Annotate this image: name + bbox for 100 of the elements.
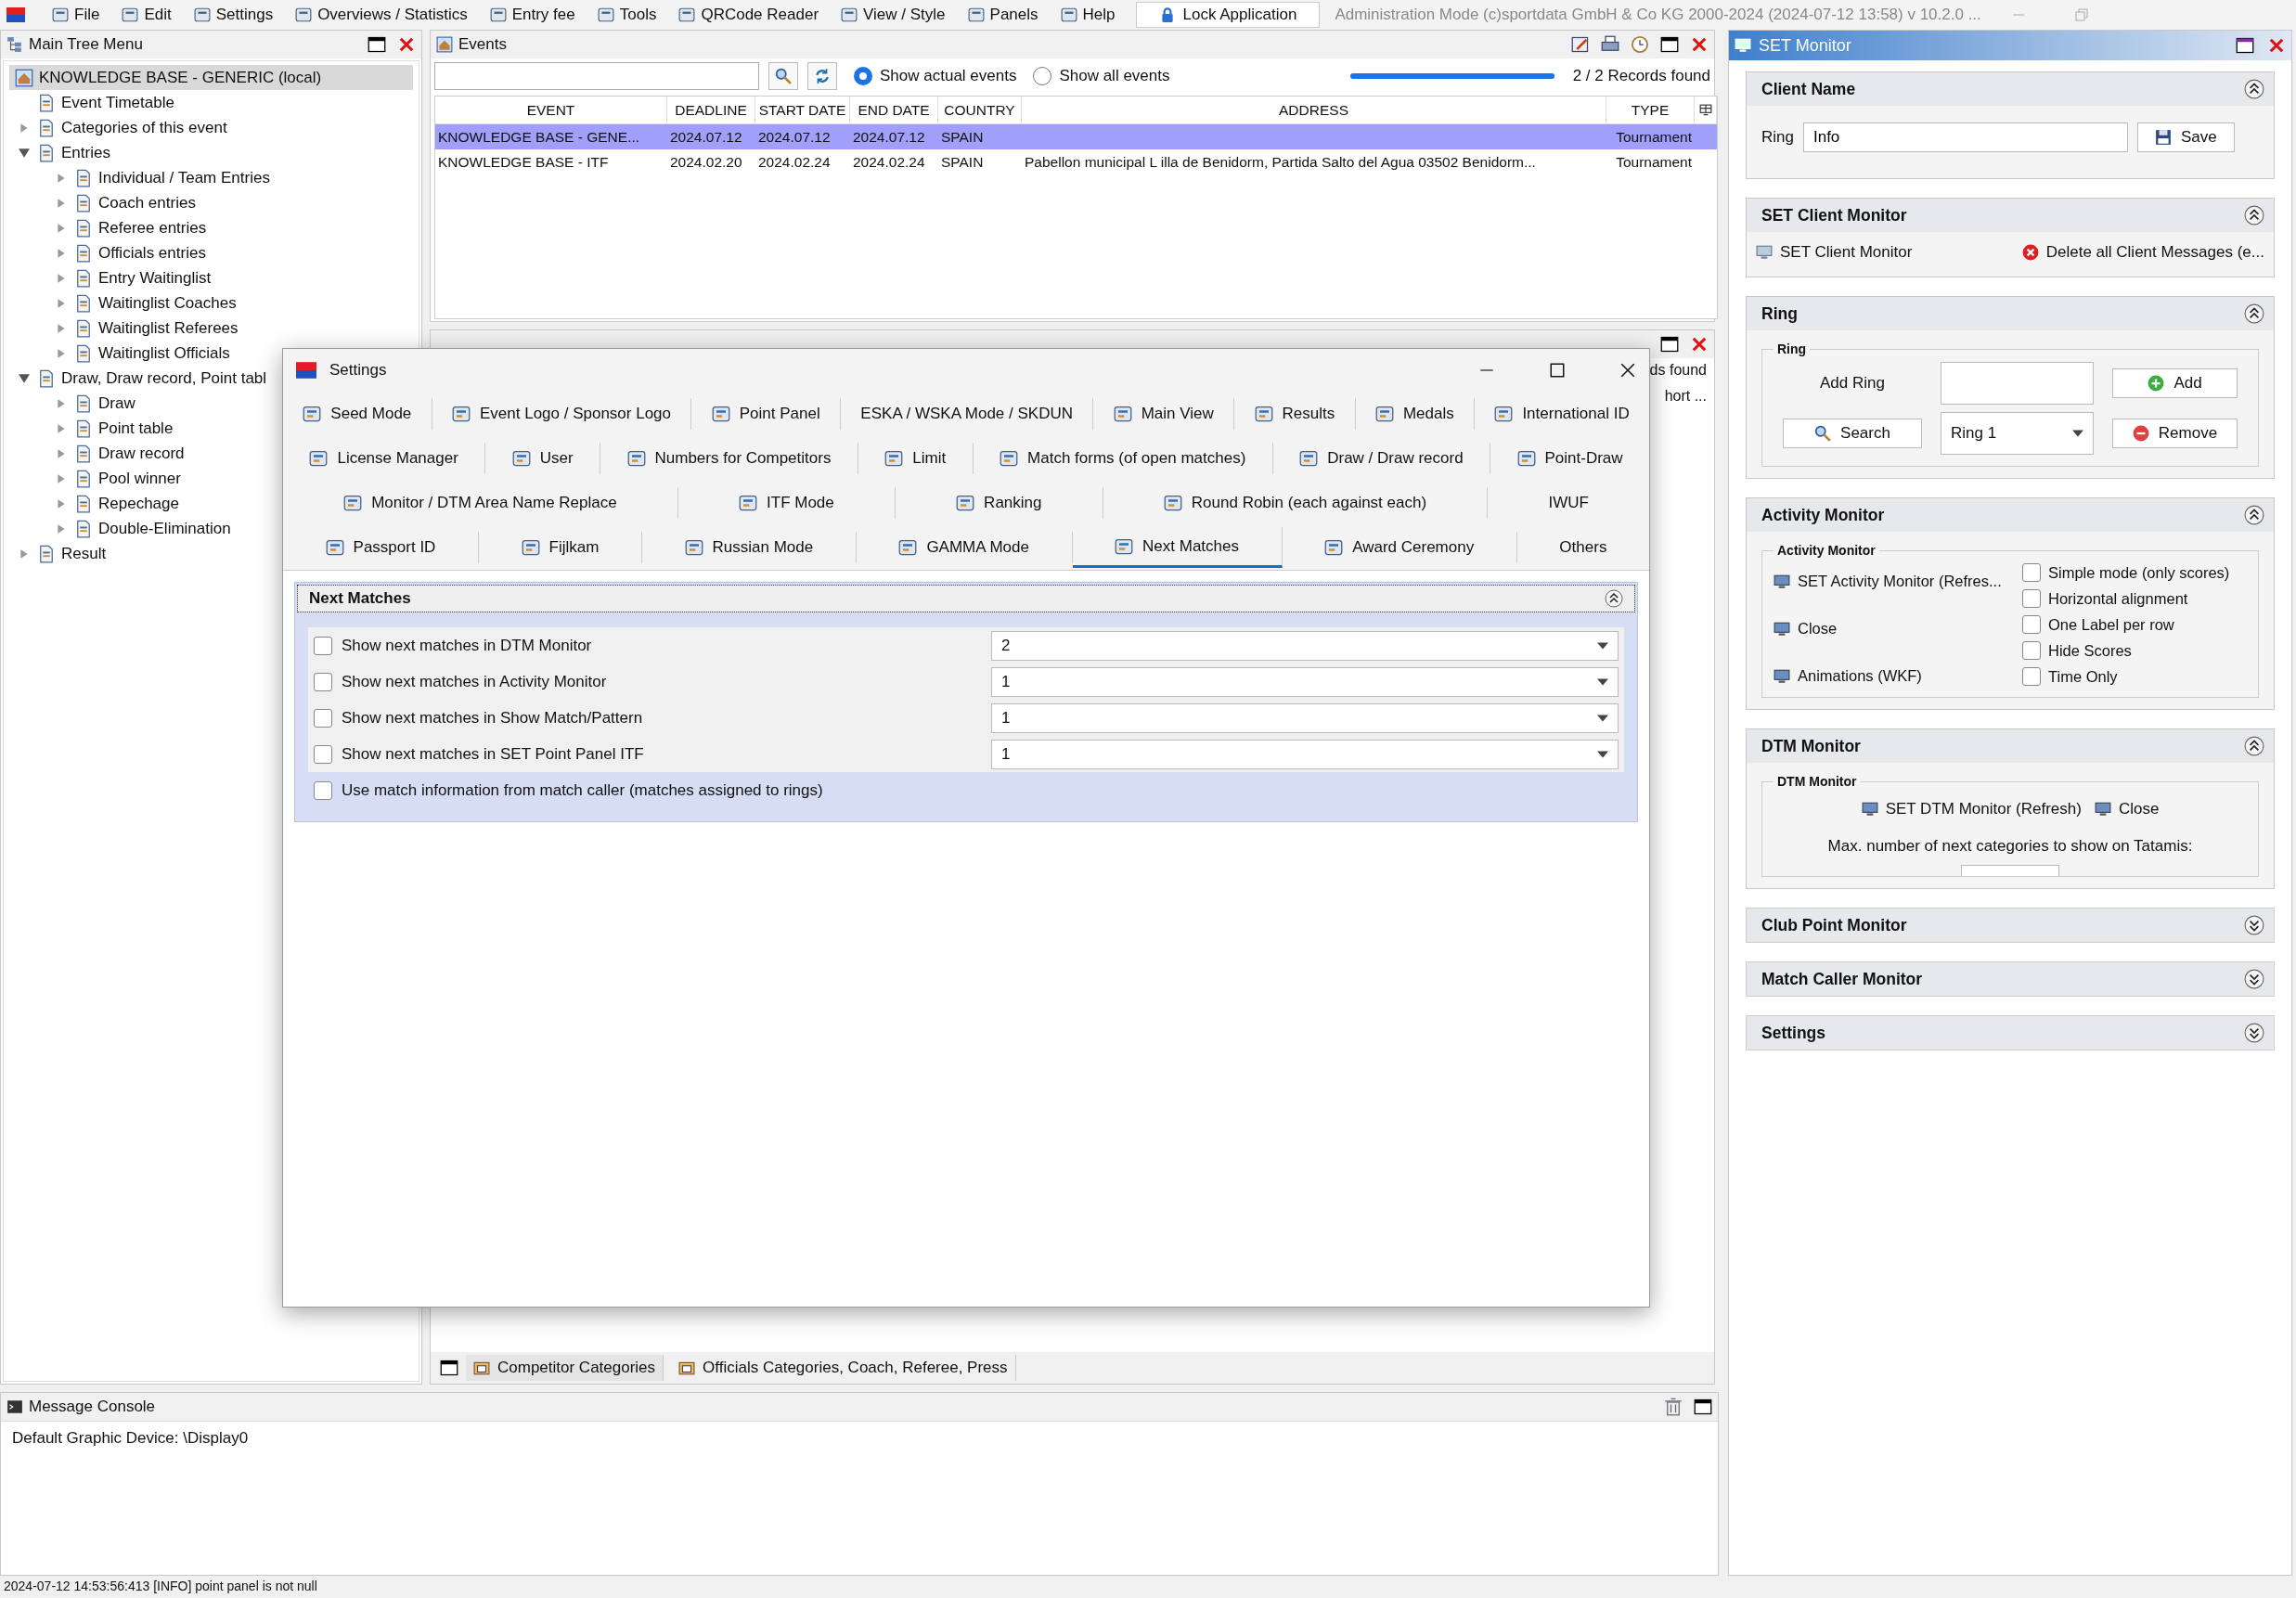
- lock-button[interactable]: Lock Application: [1135, 2, 1321, 28]
- checkbox[interactable]: [2022, 615, 2041, 634]
- settings-tab[interactable]: Results: [1234, 398, 1356, 430]
- checkbox-label[interactable]: Show next matches in DTM Monitor: [342, 636, 982, 655]
- tree-item[interactable]: Entries: [61, 143, 110, 162]
- checkbox[interactable]: [2022, 641, 2041, 660]
- settings-tab[interactable]: Event Logo / Sponsor Logo: [432, 398, 692, 430]
- checkbox-label[interactable]: Simple mode (only scores): [2048, 563, 2230, 582]
- settings-tab[interactable]: Passport ID: [283, 532, 479, 563]
- search-field[interactable]: [434, 62, 759, 90]
- checkbox-label[interactable]: Hide Scores: [2048, 641, 2132, 660]
- refresh-button[interactable]: [807, 62, 837, 90]
- checkbox-label[interactable]: Show next matches in Show Match/Pattern: [342, 708, 982, 728]
- section-header[interactable]: DTM Monitor: [1747, 729, 2274, 763]
- caret-right-icon[interactable]: [56, 497, 67, 509]
- caret-right-icon[interactable]: [56, 347, 67, 359]
- menu-item[interactable]: Panels: [958, 4, 1048, 26]
- collapse-icon[interactable]: [1605, 589, 1623, 608]
- action-link[interactable]: Close: [1774, 620, 2015, 638]
- dropdown[interactable]: 1: [991, 702, 1619, 733]
- clock-icon[interactable]: [1631, 35, 1649, 54]
- settings-tab[interactable]: Round Robin (each against each): [1103, 487, 1489, 519]
- menu-item[interactable]: Help: [1051, 4, 1125, 26]
- window-icon[interactable]: [368, 35, 386, 54]
- action-link[interactable]: Close: [2094, 800, 2160, 818]
- tree-item[interactable]: Waitinglist Coaches: [98, 293, 237, 313]
- expand-icon[interactable]: [2244, 1023, 2264, 1043]
- checkbox-label[interactable]: Show next matches in SET Point Panel ITF: [342, 744, 982, 764]
- tree-item[interactable]: Event Timetable: [61, 93, 174, 112]
- tree-item[interactable]: Repechage: [98, 494, 179, 513]
- edit-icon[interactable]: [1571, 35, 1590, 54]
- settings-tab[interactable]: GAMMA Mode: [856, 532, 1073, 563]
- expand-icon[interactable]: [2244, 969, 2264, 989]
- action-link[interactable]: Delete all Client Messages (e...: [2021, 243, 2264, 262]
- caret-right-icon[interactable]: [56, 247, 67, 259]
- checkbox-label[interactable]: Horizontal alignment: [2048, 589, 2188, 608]
- settings-tab[interactable]: Russian Mode: [641, 532, 857, 563]
- action-link[interactable]: Animations (WKF): [1774, 667, 2015, 685]
- expand-icon[interactable]: [2244, 915, 2264, 935]
- settings-tab[interactable]: User: [485, 443, 601, 474]
- tree-item[interactable]: Double-Elimination: [98, 519, 231, 538]
- dropdown[interactable]: Ring 1: [1941, 412, 2094, 455]
- settings-tab[interactable]: Medals: [1355, 398, 1476, 430]
- table-row[interactable]: KNOWLEDGE BASE - ITF 2024.02.20 2024.02.24 2024.02.24 SPAIN Pabellon municipal L illa de Benidorm, Partida Salto del Agua 03502 Benidorm... Tournament: [435, 149, 1717, 174]
- maximize-icon[interactable]: [1549, 362, 1566, 379]
- trash-icon[interactable]: [1664, 1398, 1683, 1416]
- caret-right-icon[interactable]: [56, 447, 67, 459]
- menu-item[interactable]: Edit: [112, 4, 181, 26]
- dropdown[interactable]: 1: [991, 739, 1619, 769]
- settings-tab[interactable]: IWUF: [1488, 487, 1650, 519]
- input-field[interactable]: [1941, 362, 2094, 405]
- checkbox[interactable]: [2022, 667, 2041, 686]
- caret-down-icon[interactable]: [19, 372, 30, 384]
- settings-tab[interactable]: Numbers for Competitors: [600, 443, 858, 474]
- tree-item[interactable]: Waitinglist Referees: [98, 318, 239, 338]
- caret-down-icon[interactable]: [19, 147, 30, 159]
- search-button[interactable]: [768, 62, 798, 90]
- caret-right-icon[interactable]: [56, 172, 67, 184]
- settings-tab[interactable]: ITF Mode: [677, 487, 896, 519]
- settings-tab[interactable]: Point Panel: [691, 398, 841, 430]
- radio-button[interactable]: [1033, 67, 1052, 85]
- section-header[interactable]: Settings: [1747, 1016, 2274, 1050]
- printer-icon[interactable]: [1601, 35, 1619, 54]
- collapse-icon[interactable]: [2244, 303, 2264, 324]
- checkbox[interactable]: [314, 708, 332, 728]
- caret-right-icon[interactable]: [56, 322, 67, 334]
- caret-right-icon[interactable]: [19, 548, 30, 560]
- settings-tab[interactable]: Award Ceremony: [1282, 532, 1517, 563]
- checkbox[interactable]: [314, 672, 332, 691]
- section-header[interactable]: Club Point Monitor: [1747, 909, 2274, 942]
- tree-item[interactable]: KNOWLEDGE BASE - GENERIC (local): [9, 65, 413, 90]
- tree-item[interactable]: Draw record: [98, 444, 185, 463]
- settings-tab[interactable]: License Manager: [283, 443, 486, 474]
- radio-button[interactable]: [854, 67, 872, 85]
- column-chooser-icon[interactable]: [1698, 103, 1712, 117]
- tree-item[interactable]: Result: [61, 544, 107, 563]
- save-button[interactable]: Save: [2136, 122, 2235, 152]
- checkbox-label[interactable]: Time Only: [2048, 667, 2118, 686]
- checkbox-label[interactable]: One Label per row: [2048, 615, 2174, 634]
- caret-right-icon[interactable]: [56, 197, 67, 209]
- section-header[interactable]: Next Matches: [297, 585, 1635, 612]
- add-button[interactable]: Add: [2112, 368, 2238, 398]
- tree-item[interactable]: Waitinglist Officials: [98, 343, 230, 363]
- menu-item[interactable]: QRCode Reader: [669, 4, 829, 26]
- dropdown[interactable]: 2: [991, 630, 1619, 661]
- checkbox[interactable]: [314, 780, 332, 800]
- search-button[interactable]: Search: [1783, 419, 1922, 448]
- checkbox[interactable]: [2022, 563, 2041, 582]
- checkbox-label[interactable]: Show next matches in Activity Monitor: [342, 672, 982, 691]
- tree-item[interactable]: Referee entries: [98, 218, 207, 238]
- panel-tab[interactable]: Officials Categories, Coach, Referee, Press: [671, 1355, 1016, 1381]
- menu-item[interactable]: Settings: [184, 4, 283, 26]
- action-link[interactable]: SET DTM Monitor (Refresh): [1861, 800, 2082, 818]
- tree-item[interactable]: Individual / Team Entries: [98, 168, 270, 187]
- collapse-icon[interactable]: [2244, 79, 2264, 99]
- caret-right-icon[interactable]: [56, 472, 67, 484]
- action-link[interactable]: SET Activity Monitor (Refres...: [1774, 573, 2015, 590]
- settings-tab[interactable]: International ID: [1475, 398, 1649, 430]
- tree-item[interactable]: Coach entries: [98, 193, 196, 213]
- tree-item[interactable]: Categories of this event: [61, 118, 227, 137]
